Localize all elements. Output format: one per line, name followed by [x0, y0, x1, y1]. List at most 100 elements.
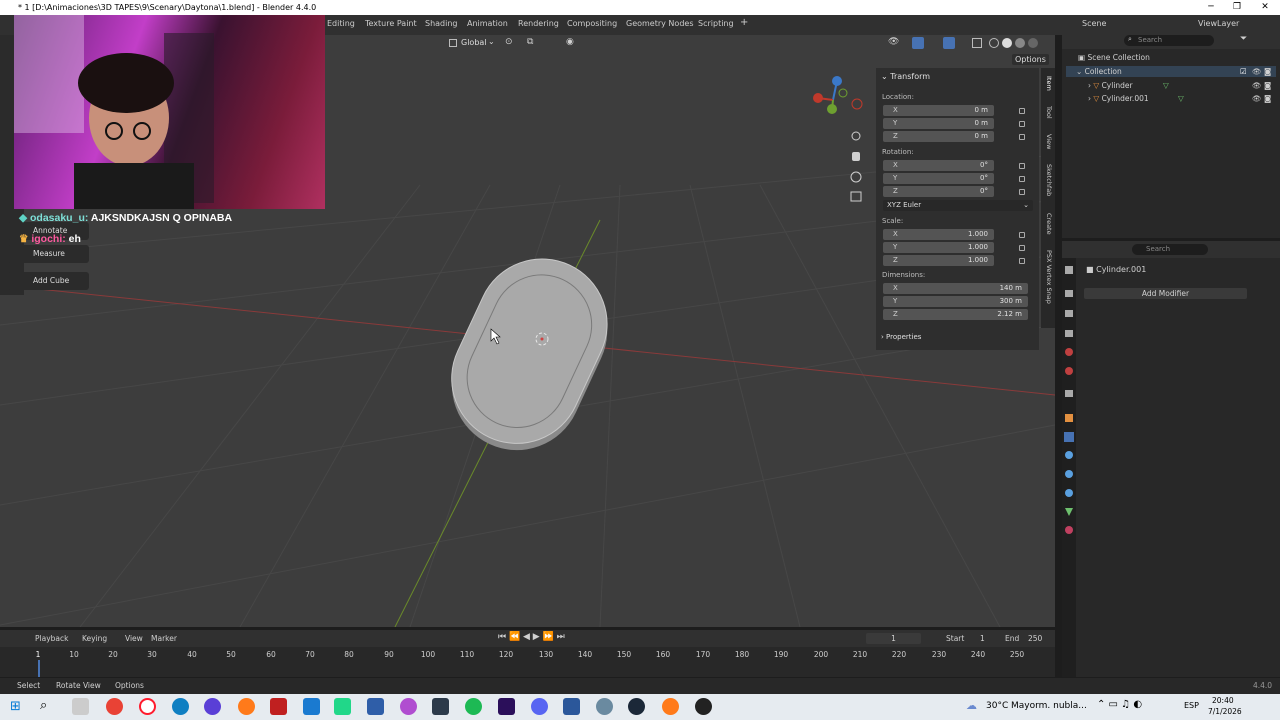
location-x-field[interactable]: X0 m: [883, 105, 994, 116]
vscode-icon[interactable]: [367, 698, 384, 715]
search-icon[interactable]: ⌕: [40, 698, 47, 713]
measure-tool[interactable]: Measure: [7, 245, 89, 263]
current-frame-field[interactable]: 1: [866, 633, 921, 644]
proportional-edit-icon[interactable]: ◉: [566, 37, 574, 47]
tray-icons[interactable]: ⌃ ▭ ♫ ◐: [1097, 699, 1142, 710]
marker-menu[interactable]: Marker: [151, 634, 177, 643]
app-icon[interactable]: [204, 698, 221, 715]
lock-icon[interactable]: [1019, 258, 1025, 264]
outliner-item-cylinder[interactable]: › ▽ Cylinder ▽ 👁 ◙: [1088, 80, 1276, 91]
playback-controls[interactable]: ⏮ ⏪ ◀ ▶ ⏩ ⏭: [498, 632, 565, 642]
language-indicator[interactable]: ESP: [1184, 701, 1199, 710]
tab-texture-paint[interactable]: Texture Paint: [365, 19, 417, 28]
xray-icon[interactable]: [972, 38, 982, 48]
navigation-gizmo[interactable]: [813, 76, 863, 114]
weather-temp[interactable]: 30°C: [986, 701, 1008, 711]
solid-shading-icon[interactable]: [1002, 38, 1012, 48]
task-view-icon[interactable]: [72, 698, 89, 715]
playback-menu[interactable]: Playback: [35, 634, 68, 643]
visibility-icon[interactable]: 👁: [888, 37, 899, 47]
after-effects-icon[interactable]: [498, 698, 515, 715]
tab-item[interactable]: Item: [1043, 76, 1053, 91]
rotation-y-field[interactable]: Y 0°: [883, 173, 994, 184]
close-button[interactable]: ✕: [1252, 0, 1278, 15]
tab-sketchfab[interactable]: Sketchfab: [1043, 164, 1053, 196]
word-icon[interactable]: [563, 698, 580, 715]
add-modifier-button[interactable]: Add Modifier: [1084, 288, 1247, 299]
scale-y-field[interactable]: Y 1.000: [883, 242, 994, 253]
add-cube-tool[interactable]: Add Cube: [7, 272, 89, 290]
viewport-nav-buttons[interactable]: [850, 131, 862, 202]
outliner-scene-collection[interactable]: ▣ Scene Collection: [1078, 53, 1150, 62]
app-icon[interactable]: [270, 698, 287, 715]
tab-psx-vertex-snap[interactable]: PSX Vertex Snap: [1043, 250, 1053, 304]
outliner-search-input[interactable]: Search: [1124, 35, 1214, 46]
blender-icon[interactable]: [662, 698, 679, 715]
scale-z-field[interactable]: Z 1.000: [883, 255, 994, 266]
chrome-icon[interactable]: [106, 698, 123, 715]
app-icon[interactable]: [400, 698, 417, 715]
pivot-icon[interactable]: ⊙: [505, 37, 513, 47]
rotation-z-field[interactable]: Z 0°: [883, 186, 994, 197]
cylinder-object[interactable]: [428, 238, 631, 472]
tab-scripting[interactable]: Scripting: [698, 19, 734, 28]
dimensions-y-field[interactable]: Y 300 m: [883, 296, 1028, 307]
lock-icon[interactable]: [1019, 163, 1025, 169]
edge-icon[interactable]: [172, 698, 189, 715]
photos-icon[interactable]: [303, 698, 320, 715]
location-z-field[interactable]: Z0 m: [883, 131, 994, 142]
tab-editing[interactable]: Editing: [327, 19, 355, 28]
start-frame-field[interactable]: 1: [980, 634, 985, 643]
material-shading-icon[interactable]: [1015, 38, 1025, 48]
lock-icon[interactable]: [1019, 176, 1025, 182]
location-y-field[interactable]: Y0 m: [883, 118, 994, 129]
snap-icon[interactable]: ⧉: [527, 37, 533, 47]
opera-icon[interactable]: [139, 698, 156, 715]
lock-icon[interactable]: [1019, 245, 1025, 251]
lock-icon[interactable]: [1019, 108, 1025, 114]
app-icon[interactable]: [596, 698, 613, 715]
clock-date[interactable]: 7/1/2026: [1208, 707, 1242, 716]
minimize-button[interactable]: ─: [1198, 0, 1224, 15]
lock-icon[interactable]: [1019, 232, 1025, 238]
blender-icon[interactable]: [238, 698, 255, 715]
rotation-mode-dropdown[interactable]: XYZ Euler ⌄: [883, 200, 1033, 211]
scale-x-field[interactable]: X 1.000: [883, 229, 994, 240]
rendered-shading-icon[interactable]: [1028, 38, 1038, 48]
app-icon[interactable]: [432, 698, 449, 715]
properties-tab-icons[interactable]: [1062, 258, 1076, 558]
tab-view[interactable]: View: [1043, 134, 1053, 149]
scene-selector[interactable]: Scene: [1082, 19, 1106, 28]
tab-animation[interactable]: Animation: [467, 19, 508, 28]
rotation-x-field[interactable]: X 0°: [883, 160, 994, 171]
pycharm-icon[interactable]: [334, 698, 351, 715]
wireframe-shading-icon[interactable]: [989, 38, 999, 48]
discord-icon[interactable]: [531, 698, 548, 715]
tab-rendering[interactable]: Rendering: [518, 19, 559, 28]
maximize-button[interactable]: ❐: [1224, 0, 1250, 15]
tab-shading[interactable]: Shading: [425, 19, 458, 28]
steam-icon[interactable]: [628, 698, 645, 715]
viewlayer-selector[interactable]: ViewLayer: [1198, 19, 1239, 28]
properties-subpanel[interactable]: › Properties: [881, 333, 921, 341]
obs-icon[interactable]: [695, 698, 712, 715]
clock-time[interactable]: 20:40: [1212, 696, 1234, 705]
playhead[interactable]: [38, 660, 40, 677]
dimensions-x-field[interactable]: X 140 m: [883, 283, 1028, 294]
filter-icon[interactable]: ⏷: [1240, 34, 1247, 44]
lock-icon[interactable]: [1019, 121, 1025, 127]
windows-start-icon[interactable]: ⊞: [10, 699, 21, 714]
gizmo-toggle-icon[interactable]: [912, 37, 924, 49]
lock-icon[interactable]: [1019, 134, 1025, 140]
properties-search-input[interactable]: Search: [1132, 244, 1208, 255]
end-frame-field[interactable]: 250: [1028, 634, 1042, 643]
spotify-icon[interactable]: [465, 698, 482, 715]
viewport-options-button[interactable]: Options: [1012, 54, 1049, 65]
dimensions-z-field[interactable]: Z 2.12 m: [883, 309, 1028, 320]
weather-desc[interactable]: Mayorm. nubla...: [1011, 701, 1087, 711]
outliner-item-cylinder-001[interactable]: › ▽ Cylinder.001 ▽ 👁 ◙: [1088, 93, 1276, 104]
transform-orientation-dropdown[interactable]: Global: [461, 38, 487, 47]
overlay-toggle-icon[interactable]: [943, 37, 955, 49]
add-workspace-button[interactable]: +: [740, 17, 748, 28]
outliner-collection-row[interactable]: ⌄ Collection ☑ 👁 ◙: [1066, 66, 1276, 77]
